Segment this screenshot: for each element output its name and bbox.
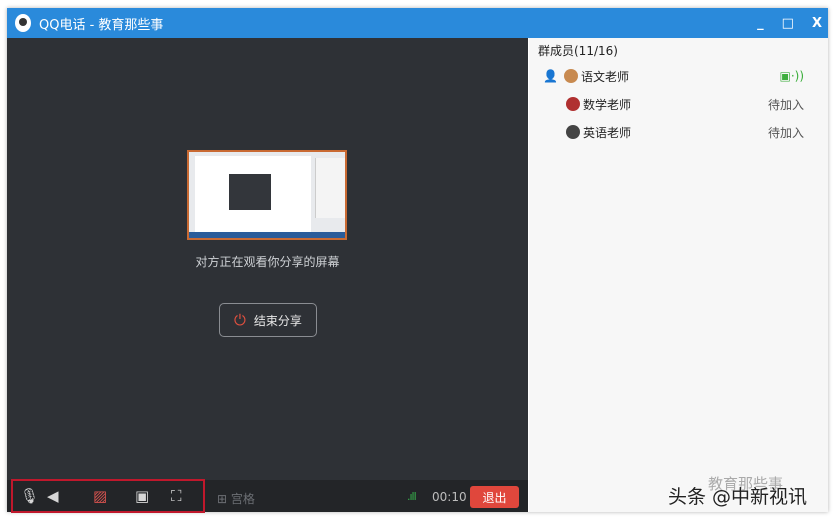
power-icon: ⏻: [234, 311, 246, 329]
member-name: 数学老师: [583, 97, 632, 112]
presentation-icon[interactable]: ⛶: [171, 487, 182, 505]
screen-share-icon[interactable]: ▣: [135, 487, 149, 505]
title-bar: QQ电话 - 教育那些事 _ □ X: [7, 8, 828, 38]
minimize-button[interactable]: _: [757, 16, 764, 31]
end-share-label: 结束分享: [253, 313, 302, 328]
member-panel: 群成员(11/16) 👤 语文老师 ▣·)) 数学老师 待加入 英语老师 待加入: [529, 38, 828, 512]
window-title: QQ电话 - 教育那些事: [39, 17, 164, 33]
camera-off-icon[interactable]: ▨: [93, 487, 107, 505]
avatar: [566, 125, 580, 139]
grid-view-button[interactable]: ⊞ 宫格: [217, 490, 255, 507]
member-status: 待加入: [767, 125, 804, 140]
call-timer: 00:10: [432, 490, 467, 504]
screen-share-preview: [187, 150, 347, 240]
signal-icon: .ıll: [407, 490, 417, 503]
member-name: 英语老师: [583, 125, 632, 140]
speaker-icon[interactable]: ◀: [47, 487, 59, 505]
close-button[interactable]: X: [812, 16, 822, 31]
member-item[interactable]: 数学老师 待加入: [529, 90, 828, 118]
member-count-header: 群成员(11/16): [538, 44, 618, 58]
qq-call-window: QQ电话 - 教育那些事 _ □ X 对方正在观看你分享的屏幕 ⏻ 结束分享 🎙 …: [7, 8, 828, 513]
grid-label: 宫格: [230, 492, 255, 506]
maximize-button[interactable]: □: [782, 16, 794, 31]
member-name: 语文老师: [580, 69, 629, 84]
member-item[interactable]: 英语老师 待加入: [529, 118, 828, 146]
avatar: [563, 69, 578, 83]
qq-logo-icon: [15, 14, 31, 32]
quit-button[interactable]: 退出: [470, 486, 519, 508]
avatar: [566, 97, 580, 111]
end-share-button[interactable]: ⏻ 结束分享: [219, 303, 317, 337]
share-status-text: 对方正在观看你分享的屏幕: [195, 255, 340, 269]
watermark-bottom: 头条 @中新视讯: [668, 486, 808, 508]
share-area: 对方正在观看你分享的屏幕 ⏻ 结束分享: [7, 38, 528, 480]
sharing-status-icon: ▣·)): [779, 69, 804, 83]
microphone-icon[interactable]: 🎙: [20, 487, 39, 505]
user-icon: 👤: [543, 69, 558, 83]
member-status: 待加入: [767, 97, 804, 112]
member-item[interactable]: 👤 语文老师 ▣·)): [529, 62, 828, 90]
